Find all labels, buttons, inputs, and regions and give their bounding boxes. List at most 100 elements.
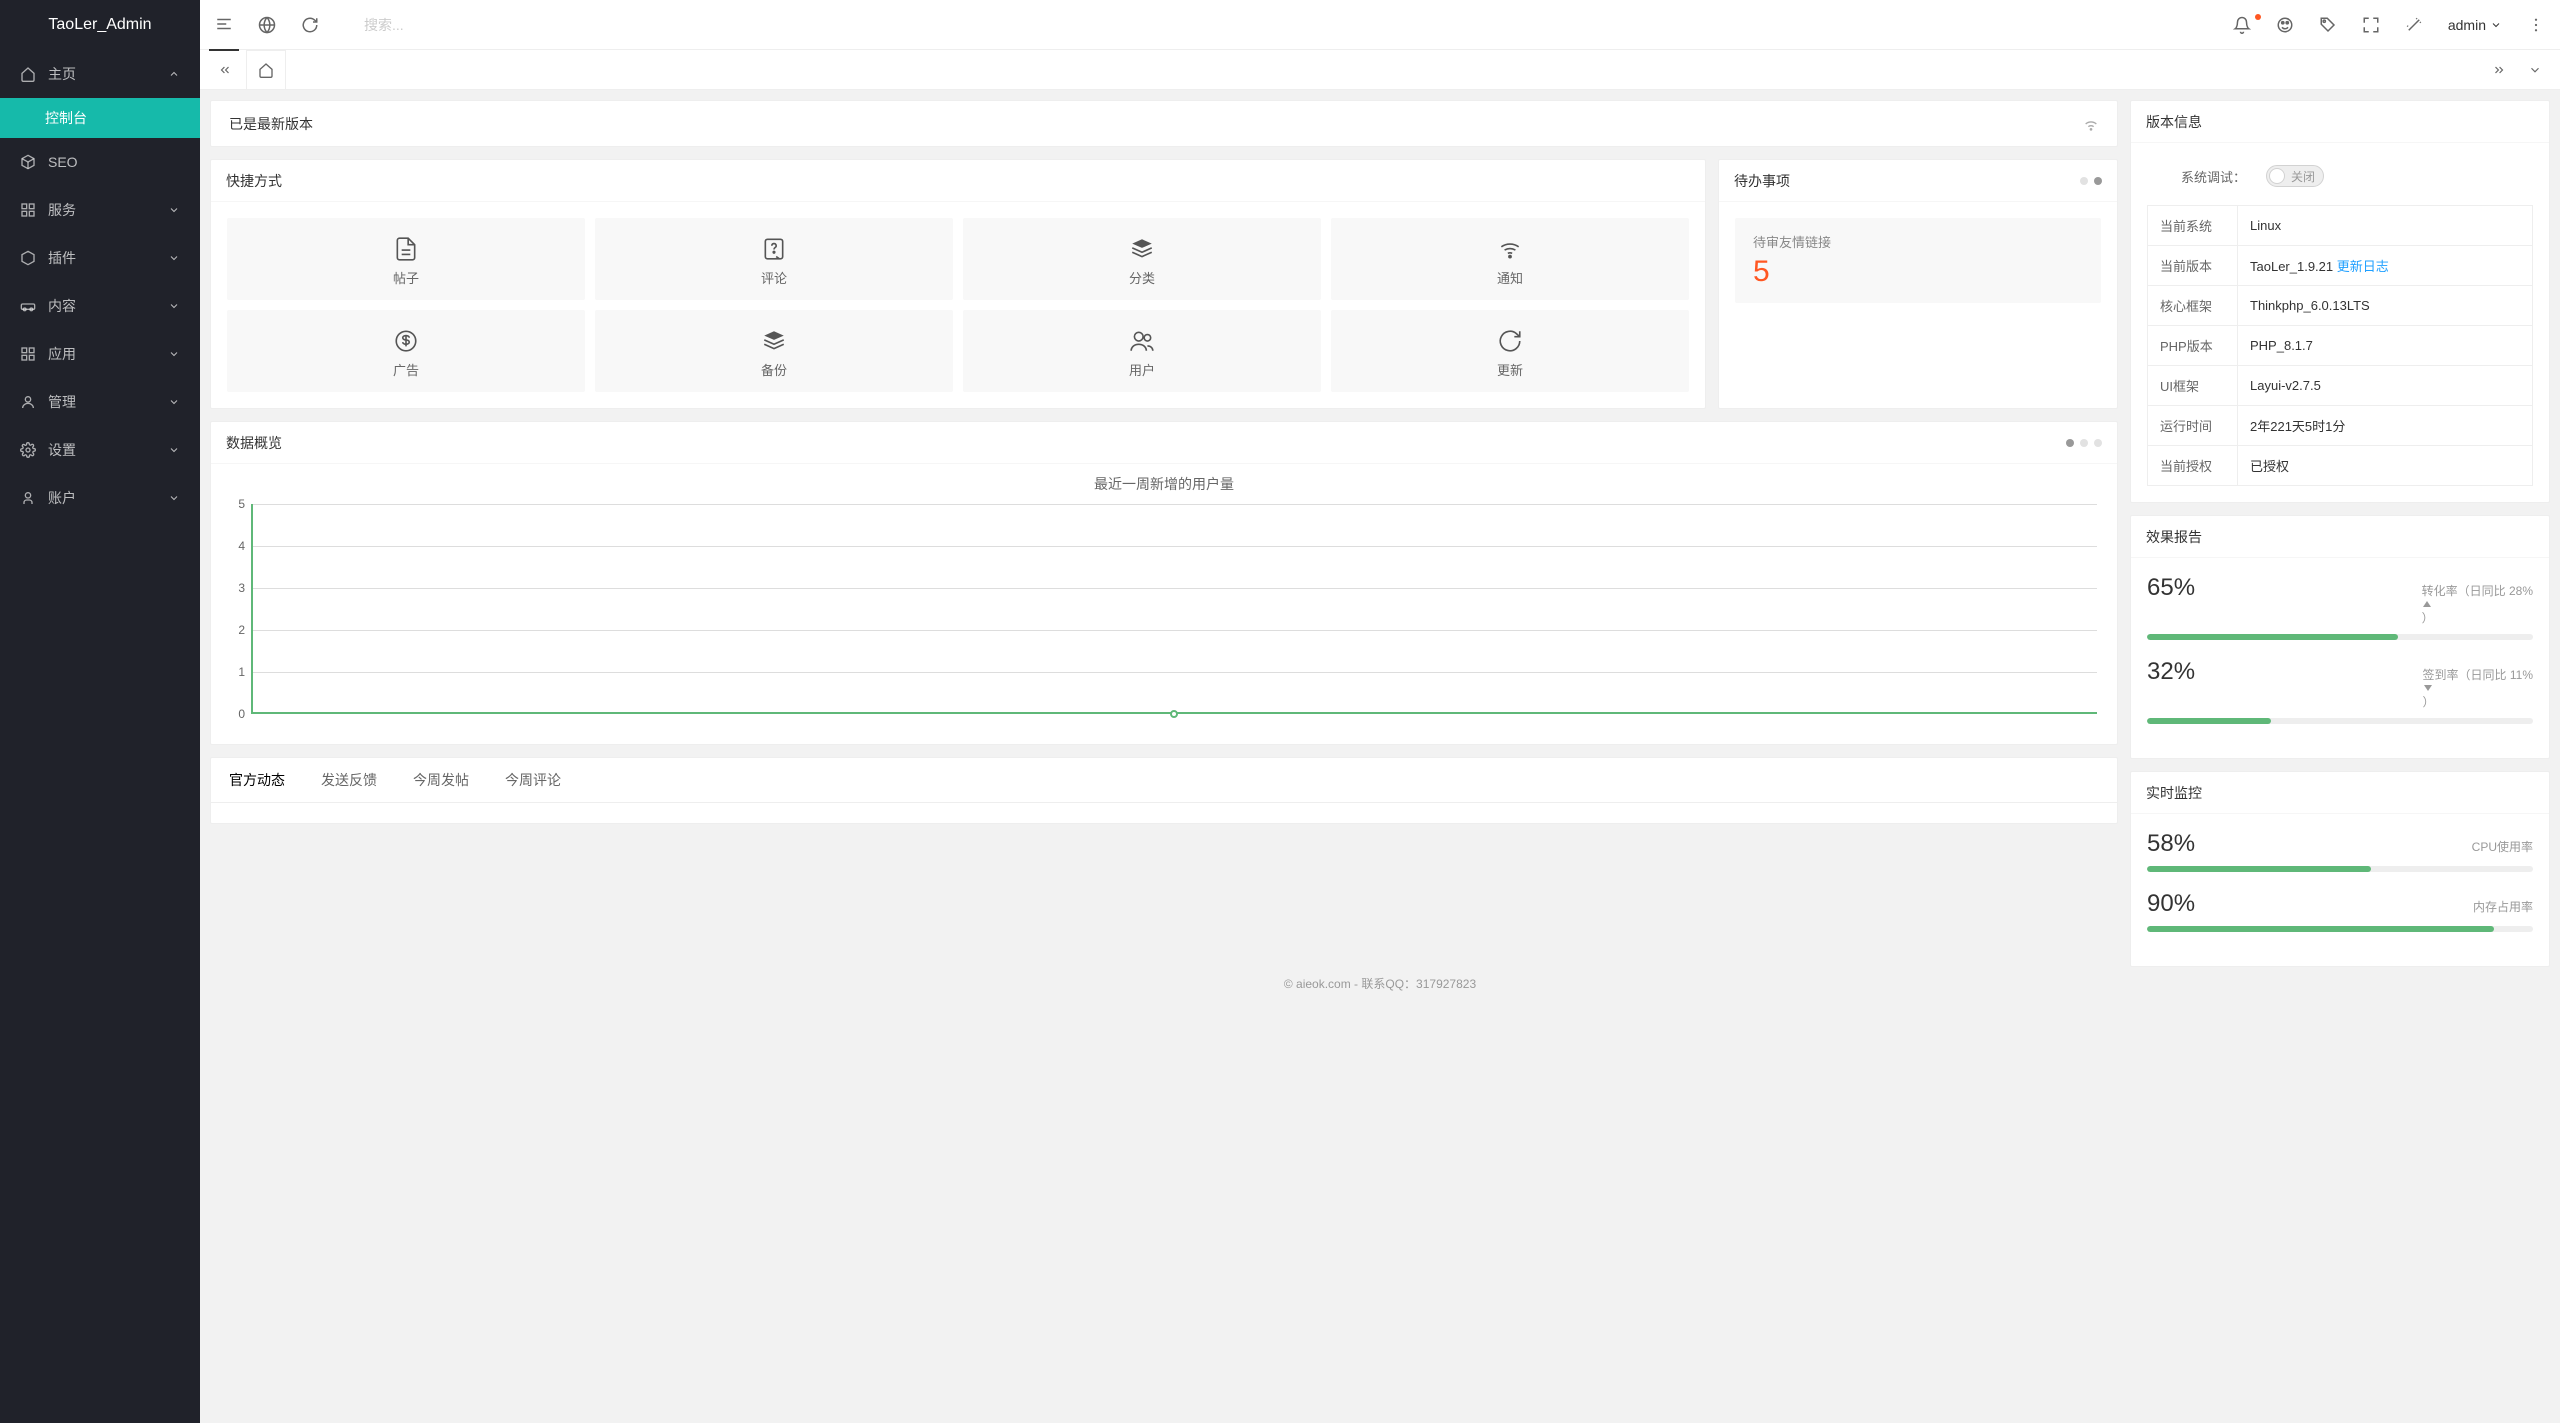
shortcut-分类[interactable]: 分类 bbox=[963, 218, 1321, 300]
progress-bar bbox=[2147, 634, 2533, 640]
shortcut-更新[interactable]: 更新 bbox=[1331, 310, 1689, 392]
trend-down-icon bbox=[2423, 683, 2433, 693]
news-tab[interactable]: 官方动态 bbox=[211, 758, 303, 802]
page-body: 已是最新版本 快捷方式 帖子评论分类通知 广告备份用户更新 bbox=[200, 90, 2560, 1423]
version-table: 当前系统Linux当前版本TaoLer_1.9.21 更新日志核心框架Think… bbox=[2147, 205, 2533, 486]
shortcut-评论[interactable]: 评论 bbox=[595, 218, 953, 300]
todo-value: 5 bbox=[1753, 255, 2083, 289]
card-title: 实时监控 bbox=[2146, 772, 2202, 814]
sidebar-item-label: 账户 bbox=[48, 488, 76, 508]
chevron-down-icon bbox=[168, 204, 180, 216]
vrow-key: UI框架 bbox=[2148, 366, 2238, 406]
user-menu[interactable]: admin bbox=[2448, 17, 2502, 33]
changelog-link[interactable]: 更新日志 bbox=[2333, 259, 2389, 274]
app-logo[interactable]: TaoLer_Admin bbox=[0, 0, 200, 50]
refresh-button[interactable] bbox=[301, 16, 319, 34]
chevron-down-icon bbox=[168, 300, 180, 312]
stack-icon bbox=[761, 324, 787, 358]
chevron-down-icon bbox=[168, 252, 180, 264]
sidebar-item-plugins[interactable]: 插件 bbox=[0, 234, 200, 282]
theme-button[interactable] bbox=[2276, 16, 2294, 34]
tabs-scroll-left[interactable] bbox=[210, 63, 240, 77]
sidebar-item-label: 服务 bbox=[48, 200, 76, 220]
shortcut-备份[interactable]: 备份 bbox=[595, 310, 953, 392]
todo-item[interactable]: 待审友情链接 5 bbox=[1735, 218, 2101, 303]
footer-text: © aieok.com - 联系QQ：317927823 bbox=[210, 967, 2550, 1000]
shortcut-帖子[interactable]: 帖子 bbox=[227, 218, 585, 300]
signal-icon bbox=[2083, 116, 2099, 132]
magic-icon[interactable] bbox=[2405, 16, 2423, 34]
news-tab[interactable]: 发送反馈 bbox=[303, 758, 395, 802]
sidebar-item-label: 设置 bbox=[48, 440, 76, 460]
search-input[interactable] bbox=[364, 17, 564, 33]
progress-pct: 90% bbox=[2147, 890, 2195, 918]
shortcut-通知[interactable]: 通知 bbox=[1331, 218, 1689, 300]
progress-meta: 签到率（日同比 11% ） bbox=[2423, 666, 2533, 710]
question-icon bbox=[761, 232, 787, 266]
sidebar-item-seo[interactable]: SEO bbox=[0, 138, 200, 186]
home-icon bbox=[20, 66, 36, 82]
tab-home[interactable] bbox=[246, 50, 286, 89]
vrow-val: PHP_8.1.7 bbox=[2238, 326, 2533, 366]
apps-icon bbox=[20, 346, 36, 362]
shortcut-label: 广告 bbox=[393, 360, 419, 379]
more-button[interactable] bbox=[2527, 16, 2545, 34]
sidebar-item-label: SEO bbox=[48, 154, 78, 170]
todo-card: 待办事项 待审友情链接 5 bbox=[1718, 159, 2118, 409]
refresh-icon bbox=[1497, 324, 1523, 358]
user-icon bbox=[20, 394, 36, 410]
sidebar-item-console[interactable]: 控制台 bbox=[0, 98, 200, 138]
cube-icon bbox=[20, 250, 36, 266]
tabs-menu[interactable] bbox=[2520, 63, 2550, 77]
progress-bar bbox=[2147, 926, 2533, 932]
sidebar-item-settings[interactable]: 设置 bbox=[0, 426, 200, 474]
shortcut-广告[interactable]: 广告 bbox=[227, 310, 585, 392]
progress-meta: 转化率（日同比 28% ） bbox=[2422, 582, 2533, 626]
sidebar-item-label: 主页 bbox=[48, 64, 76, 84]
chart-area: 543210 bbox=[251, 504, 2097, 714]
progress-bar bbox=[2147, 866, 2533, 872]
sidebar-item-manage[interactable]: 管理 bbox=[0, 378, 200, 426]
vrow-val: 2年221天5时1分 bbox=[2238, 406, 2533, 446]
person-icon bbox=[20, 490, 36, 506]
vrow-key: 当前版本 bbox=[2148, 246, 2238, 286]
tag-icon[interactable] bbox=[2319, 16, 2337, 34]
chevron-down-icon bbox=[168, 396, 180, 408]
news-tab[interactable]: 今周评论 bbox=[487, 758, 579, 802]
y-tick: 4 bbox=[238, 539, 245, 553]
sidebar-item-label: 应用 bbox=[48, 344, 76, 364]
vrow-val: Thinkphp_6.0.13LTS bbox=[2238, 286, 2533, 326]
sidebar-item-account[interactable]: 账户 bbox=[0, 474, 200, 522]
card-title: 快捷方式 bbox=[226, 160, 282, 202]
tabs-scroll-right[interactable] bbox=[2484, 63, 2514, 77]
vrow-val: Layui-v2.7.5 bbox=[2238, 366, 2533, 406]
dollar-icon bbox=[393, 324, 419, 358]
fullscreen-button[interactable] bbox=[2362, 16, 2380, 34]
collapse-sidebar-button[interactable] bbox=[215, 15, 233, 35]
notification-badge bbox=[2255, 14, 2261, 20]
sidebar-item-content[interactable]: 内容 bbox=[0, 282, 200, 330]
shortcuts-card: 快捷方式 帖子评论分类通知 广告 备份用户 更新 bbox=[210, 159, 1706, 409]
globe-icon[interactable] bbox=[258, 16, 276, 34]
debug-switch[interactable]: 关闭 bbox=[2266, 165, 2324, 187]
main-area: admin 已是最新版本 bbox=[200, 0, 2560, 1423]
sidebar-item-service[interactable]: 服务 bbox=[0, 186, 200, 234]
y-tick: 0 bbox=[238, 707, 245, 721]
sidebar-item-apps[interactable]: 应用 bbox=[0, 330, 200, 378]
shortcut-用户[interactable]: 用户 bbox=[963, 310, 1321, 392]
monitor-card: 实时监控 58%CPU使用率90%内存占用率 bbox=[2130, 771, 2550, 967]
chevron-down-icon bbox=[168, 492, 180, 504]
wifi-icon bbox=[1497, 232, 1523, 266]
grid-icon bbox=[20, 202, 36, 218]
users-icon bbox=[1129, 324, 1155, 358]
sidebar-nav: 主页 控制台 SEO 服务 插件 内容 bbox=[0, 50, 200, 1423]
y-tick: 3 bbox=[238, 581, 245, 595]
chart-title: 最近一周新增的用户量 bbox=[231, 474, 2097, 494]
shortcut-label: 用户 bbox=[1129, 360, 1155, 379]
sidebar-item-home[interactable]: 主页 bbox=[0, 50, 200, 98]
notification-button[interactable] bbox=[2233, 16, 2251, 34]
card-title: 效果报告 bbox=[2146, 516, 2202, 558]
trend-up-icon bbox=[2422, 599, 2432, 609]
vrow-val: 已授权 bbox=[2238, 446, 2533, 486]
news-tab[interactable]: 今周发帖 bbox=[395, 758, 487, 802]
